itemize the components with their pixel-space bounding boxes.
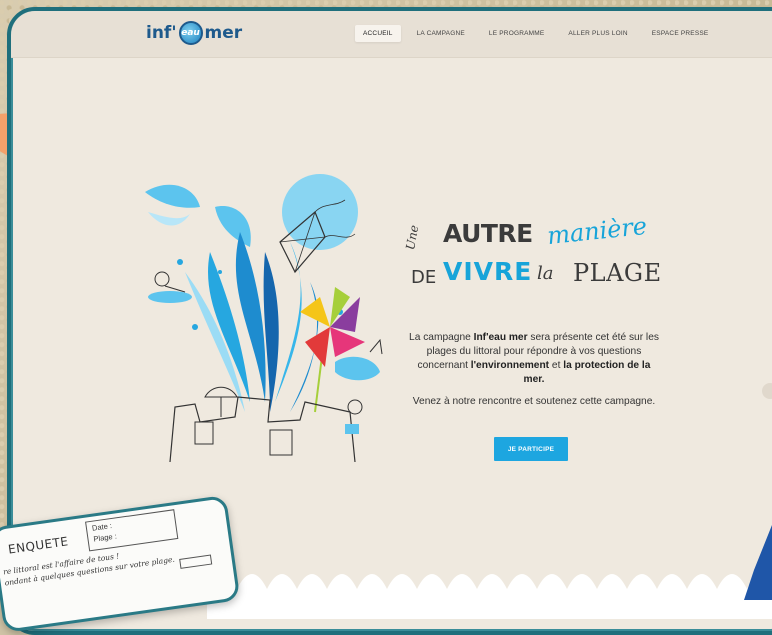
survey-title: ENQUETE bbox=[7, 534, 70, 557]
intro-campaign-name: Inf'eau mer bbox=[473, 332, 528, 343]
nav-item-accueil[interactable]: ACCUEIL bbox=[355, 25, 401, 42]
headline-maniere: manière bbox=[545, 211, 649, 251]
intro-environment: l'environnement bbox=[470, 360, 550, 371]
hero-description: La campagne Inf'eau mer sera présente ce… bbox=[409, 331, 659, 417]
headline-la: la bbox=[537, 263, 554, 284]
headline-de: DE bbox=[411, 267, 437, 288]
carousel-dot[interactable] bbox=[762, 383, 772, 399]
support-paragraph: Venez à notre rencontre et soutenez cett… bbox=[412, 396, 656, 407]
wave-border bbox=[207, 574, 772, 619]
intro-text-1: La campagne bbox=[409, 332, 474, 343]
headline-plage: PLAGE bbox=[573, 259, 662, 287]
nav-item-espace-presse[interactable]: ESPACE PRESSE bbox=[644, 25, 717, 42]
logo-text-right: mer bbox=[204, 23, 243, 43]
top-navigation: inf' eau mer ACCUEIL LA CAMPAGNE LE PROG… bbox=[11, 11, 772, 58]
hero-headline: Une AUTRE manière DE VIVRE la PLAGE bbox=[403, 212, 662, 309]
main-menu: ACCUEIL LA CAMPAGNE LE PROGRAMME ALLER P… bbox=[355, 25, 716, 42]
globe-icon: eau bbox=[178, 21, 203, 45]
nav-item-aller-plus-loin[interactable]: ALLER PLUS LOIN bbox=[560, 25, 635, 42]
survey-answer-box bbox=[179, 554, 213, 569]
nav-item-la-campagne[interactable]: LA CAMPAGNE bbox=[409, 25, 473, 42]
intro-text-3: et bbox=[549, 360, 564, 371]
beach-illustration bbox=[145, 174, 383, 462]
headline-une: Une bbox=[403, 223, 422, 251]
nav-item-le-programme[interactable]: LE PROGRAMME bbox=[481, 25, 553, 42]
site-logo[interactable]: inf' eau mer bbox=[146, 19, 242, 47]
je-participe-button[interactable]: JE PARTICIPE bbox=[494, 437, 568, 461]
logo-text-globe: eau bbox=[181, 28, 200, 38]
headline-autre: AUTRE bbox=[443, 219, 533, 248]
logo-text-left: inf' bbox=[146, 23, 177, 43]
blue-corner-shape bbox=[744, 525, 772, 600]
headline-vivre: VIVRE bbox=[443, 257, 533, 286]
intro-paragraph: La campagne Inf'eau mer sera présente ce… bbox=[409, 331, 659, 387]
